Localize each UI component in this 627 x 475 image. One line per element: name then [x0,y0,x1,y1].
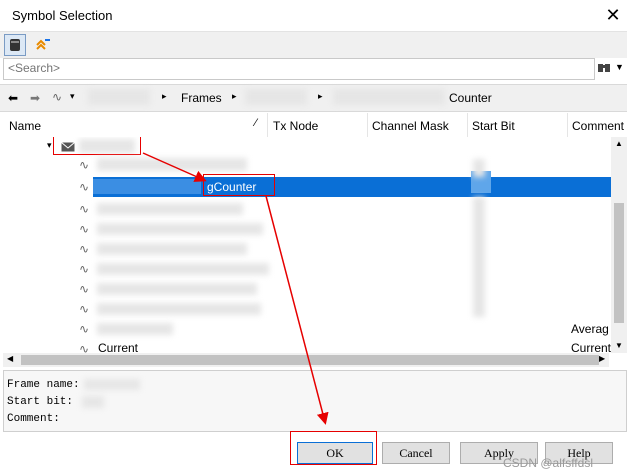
annotation-arrow [142,152,207,182]
symbol-selection-dialog: Symbol Selection ✕ ▼ ⬅ ➡ ∿ ▾ ▸ Frames ▸ … [0,0,627,475]
annotation-arrows [142,152,329,425]
annotation-arrow [265,195,329,425]
